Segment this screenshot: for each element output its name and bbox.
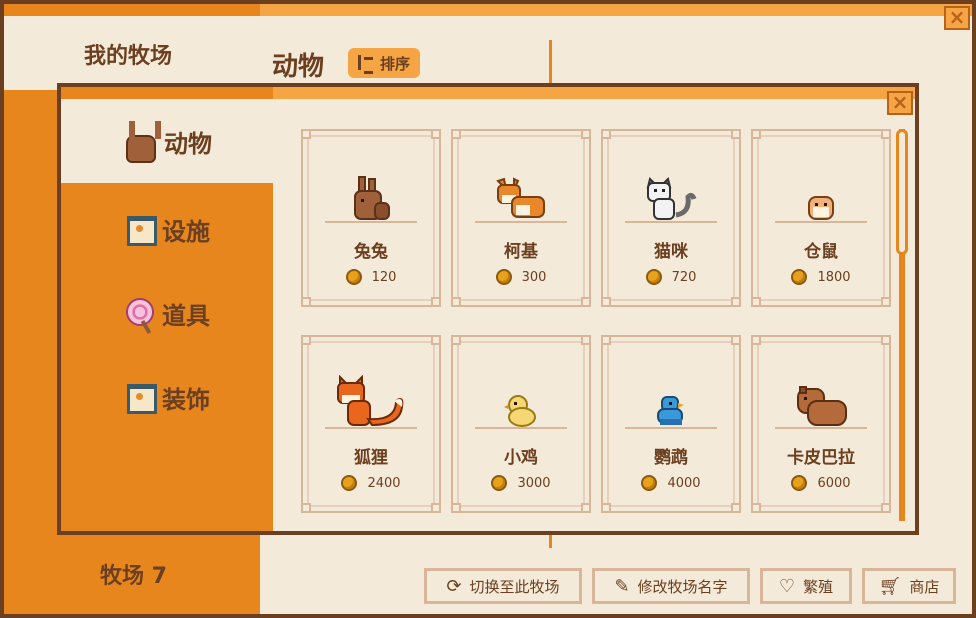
tab-label: 动物 [164,129,212,158]
item-card-parrot[interactable]: 鹦鹉 4000 [601,335,741,513]
coin-icon [495,269,512,285]
rabbit-icon [122,121,161,163]
item-name: 鹦鹉 [654,448,688,468]
shop-dialog: × 动物 设施 道具 装饰 兔兔 120 柯基 300 猫咪 720 仓鼠 18… [57,83,919,535]
item-price: 720 [671,269,697,285]
pencil-icon: ✎ [614,575,630,597]
parrot-icon [657,396,684,425]
item-name: 兔兔 [354,242,388,262]
switch-ranch-button[interactable]: ⟳ 切换至此牧场 [424,568,582,604]
house-icon [124,214,157,246]
scrollbar[interactable] [896,129,908,521]
item-price: 1800 [817,269,851,285]
sort-button[interactable]: 排序 [348,48,421,78]
chick-icon [504,395,536,427]
breed-label: 繁殖 [803,577,834,596]
fox-icon [337,375,404,427]
item-name: 卡皮巴拉 [787,448,855,468]
coin-icon [345,269,362,285]
rename-ranch-label: 修改牧场名字 [637,577,728,596]
coin-icon [791,475,808,491]
item-price: 6000 [817,475,851,491]
item-price: 2400 [367,475,401,491]
item-price: 300 [521,269,547,285]
item-name: 柯基 [504,242,538,262]
house-icon [124,382,157,414]
tab-label: 道具 [162,301,210,330]
ranch-name: 牧场 7 [100,564,167,589]
switch-ranch-label: 切换至此牧场 [469,577,560,596]
item-card-chick[interactable]: 小鸡 3000 [451,335,591,513]
lollipop-icon [124,298,154,328]
sort-label: 排序 [380,54,411,73]
item-name: 小鸡 [504,448,538,468]
refresh-icon: ⟳ [446,575,462,597]
item-price: 4000 [667,475,701,491]
sidebar-title: 我的牧场 [84,44,173,69]
category-sidebar: 动物 设施 道具 装饰 [61,99,273,531]
item-name: 猫咪 [654,242,688,262]
item-price: 120 [371,269,397,285]
close-icon[interactable]: × [887,91,913,115]
cart-icon: 🛒︎ [878,575,902,597]
heart-icon: ♡ [778,575,796,597]
item-card-capybara[interactable]: 卡皮巴拉 6000 [751,335,891,513]
coin-icon [641,475,658,491]
item-name: 仓鼠 [804,242,838,262]
breed-button[interactable]: ♡ 繁殖 [760,568,852,604]
coin-icon [491,475,508,491]
item-card-fox[interactable]: 狐狸 2400 [301,335,441,513]
sort-icon [356,54,374,74]
shop-button[interactable]: 🛒︎ 商店 [862,568,956,604]
item-card-cat[interactable]: 猫咪 720 [601,129,741,307]
page-title: 动物 [272,52,325,82]
close-icon[interactable]: × [944,6,970,30]
coin-icon [341,475,358,491]
tab-animals[interactable]: 动物 [61,99,273,183]
item-card-hamster[interactable]: 仓鼠 1800 [751,129,891,307]
tab-label: 装饰 [162,385,210,414]
tab-items[interactable]: 道具 [61,271,273,355]
coin-icon [791,269,808,285]
shop-label: 商店 [909,577,940,596]
item-card-corgi[interactable]: 柯基 300 [451,129,591,307]
scrollbar-thumb[interactable] [896,129,908,255]
rename-ranch-button[interactable]: ✎ 修改牧场名字 [592,568,750,604]
coin-icon [645,269,662,285]
tab-decorations[interactable]: 装饰 [61,355,273,439]
dialog-top-bar [61,87,915,99]
tab-facilities[interactable]: 设施 [61,187,273,271]
rabbit-icon [354,176,390,220]
item-price: 3000 [517,475,551,491]
hamster-icon [808,196,834,220]
capybara-icon [797,386,847,426]
cat-icon [646,177,697,220]
corgi-icon [496,177,545,218]
tab-label: 设施 [162,217,210,246]
window-top-strip [4,4,972,16]
item-name: 狐狸 [354,448,388,468]
item-card-rabbit[interactable]: 兔兔 120 [301,129,441,307]
